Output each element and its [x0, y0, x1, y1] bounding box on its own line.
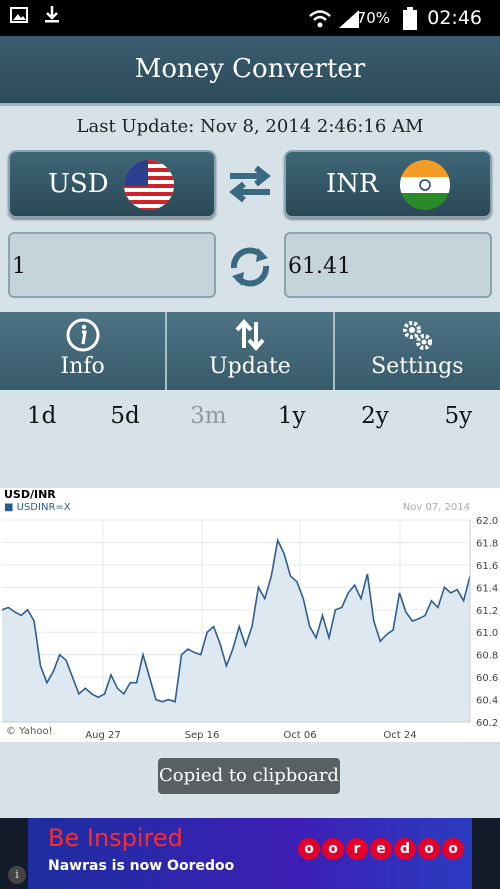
- to-currency-code: INR: [326, 169, 379, 199]
- status-bar: 70% 02:46: [0, 0, 500, 36]
- range-2y[interactable]: 2y: [333, 396, 416, 436]
- from-currency-code: USD: [48, 169, 109, 199]
- from-amount-input[interactable]: 1: [8, 232, 216, 298]
- battery-icon: [402, 0, 418, 36]
- ad-brand-letter: d: [394, 838, 416, 860]
- chart-legend: ■ USDINR=X: [4, 502, 71, 513]
- info-icon: [65, 318, 101, 352]
- y-tick-label: 60.4: [476, 696, 498, 707]
- gallery-icon: [10, 0, 28, 36]
- wifi-icon: [308, 0, 332, 36]
- toolbar: Info Update Settings: [0, 312, 500, 390]
- refresh-icon[interactable]: [224, 244, 276, 290]
- y-tick-label: 61.4: [476, 583, 498, 594]
- y-tick-label: 60.6: [476, 673, 498, 684]
- info-button[interactable]: Info: [0, 312, 168, 390]
- ad-banner[interactable]: Be Inspired Nawras is now Ooredoo ooredo…: [0, 818, 500, 889]
- info-label: Info: [60, 354, 105, 379]
- y-tick-label: 61.6: [476, 561, 498, 572]
- update-arrows-icon: [232, 318, 268, 352]
- y-tick-label: 60.2: [476, 718, 498, 729]
- ad-brand-logo: ooredoo: [298, 838, 464, 868]
- x-tick-label: Aug 27: [85, 730, 120, 741]
- ad-brand-letter: o: [322, 838, 344, 860]
- exchange-rate-chart: 62.0 61.8 61.6 61.4 61.2 61.0 60.8 60.6 60.4 60.2…: [0, 488, 500, 742]
- us-flag-icon: [124, 160, 174, 210]
- swap-currencies-button[interactable]: [224, 162, 276, 206]
- range-5d[interactable]: 5d: [83, 396, 166, 436]
- settings-button[interactable]: Settings: [335, 312, 500, 390]
- app-header: Money Converter: [0, 36, 500, 106]
- range-3m[interactable]: 3m: [167, 396, 250, 436]
- india-flag-icon: [400, 160, 450, 210]
- app-title: Money Converter: [134, 54, 366, 84]
- gears-icon: [399, 318, 435, 352]
- chart-date: Nov 07, 2014: [402, 502, 470, 513]
- x-tick-label: Sep 16: [185, 730, 220, 741]
- ad-brand-letter: o: [418, 838, 440, 860]
- last-update: Last Update: Nov 8, 2014 2:46:16 AM: [76, 116, 424, 137]
- range-5y[interactable]: 5y: [417, 396, 500, 436]
- ad-creative[interactable]: Be Inspired Nawras is now Ooredoo ooredo…: [28, 818, 472, 889]
- chart-legend-label: USDINR=X: [16, 502, 71, 513]
- ad-brand-letter: o: [442, 838, 464, 860]
- download-icon: [44, 0, 60, 36]
- ad-brand-letter: r: [346, 838, 368, 860]
- y-tick-label: 61.0: [476, 628, 498, 639]
- y-tick-label: 60.8: [476, 651, 498, 662]
- y-tick-label: 61.8: [476, 538, 498, 549]
- to-amount-field[interactable]: 61.41: [284, 232, 492, 298]
- from-currency-button[interactable]: USD: [8, 150, 216, 218]
- y-tick-label: 61.2: [476, 606, 498, 617]
- update-label: Update: [209, 354, 291, 379]
- x-tick-label: Oct 24: [383, 730, 416, 741]
- settings-label: Settings: [371, 354, 464, 379]
- ad-headline: Be Inspired: [48, 824, 183, 852]
- range-1y[interactable]: 1y: [250, 396, 333, 436]
- battery-percent: 70%: [356, 9, 390, 27]
- range-selector: 1d 5d 3m 1y 2y 5y: [0, 396, 500, 436]
- x-tick-label: Oct 06: [283, 730, 316, 741]
- chart-credit: © Yahoo!: [6, 726, 53, 737]
- ad-brand-letter: o: [298, 838, 320, 860]
- ad-brand-letter: e: [370, 838, 392, 860]
- update-button[interactable]: Update: [167, 312, 335, 390]
- toast-message: Copied to clipboard: [158, 758, 340, 794]
- chart-title: USD/INR: [4, 488, 56, 501]
- clock: 02:46: [427, 7, 482, 29]
- y-tick-label: 62.0: [476, 516, 498, 527]
- to-currency-button[interactable]: INR: [284, 150, 492, 218]
- ad-subline: Nawras is now Ooredoo: [48, 858, 235, 874]
- range-1d[interactable]: 1d: [0, 396, 83, 436]
- ad-info-icon[interactable]: i: [8, 866, 26, 884]
- notification-icons: [10, 0, 60, 36]
- chart-canvas: 62.0 61.8 61.6 61.4 61.2 61.0 60.8 60.6 60.4 60.2…: [1, 516, 498, 741]
